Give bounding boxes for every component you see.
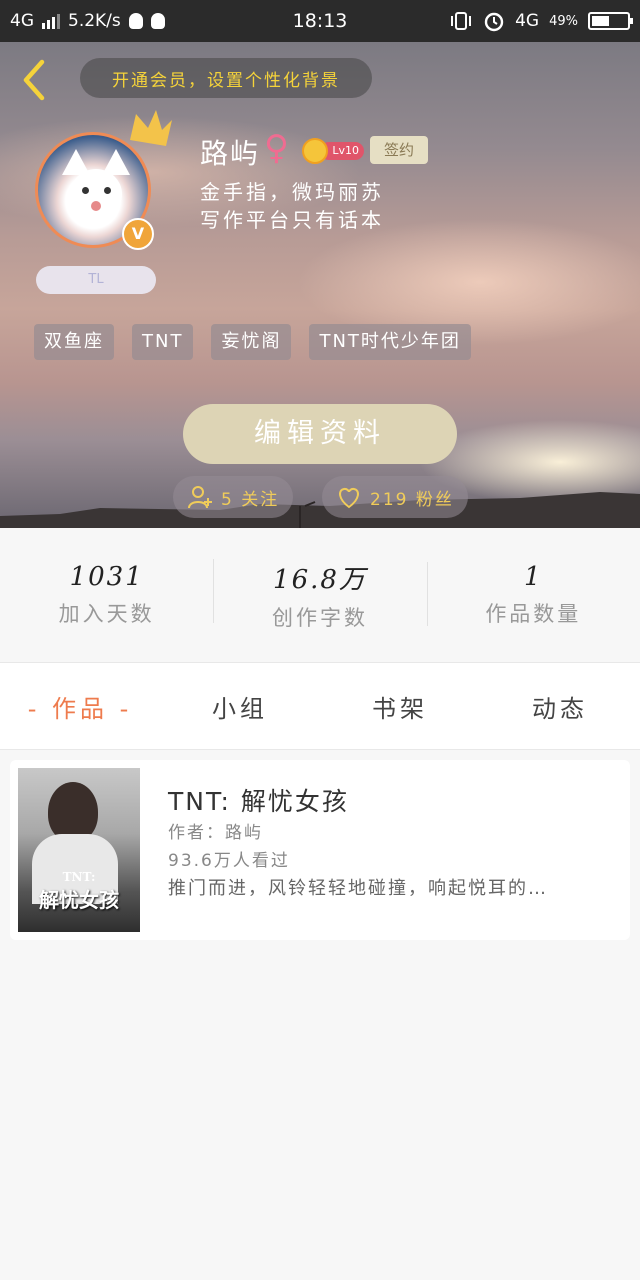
battery-icon [588,12,633,30]
stat-word-count: 16.8万 创作字数 [213,558,426,632]
qq-icon [150,13,165,29]
tl-tag: TL [36,266,156,294]
user-name: 路屿 [200,137,261,170]
followers-button[interactable]: 219 粉丝 [322,476,468,518]
signed-badge: 签约 [370,136,428,164]
profile-header: 开通会员，设置个性化背景 V TL 路屿 ♀ Lv10 签约 金手指，微玛丽苏 … [0,42,640,528]
stat-label: 创作字数 [271,605,368,630]
stat-value: 1031 [69,562,144,592]
heart-icon [339,487,359,509]
status-bar: 4G 5.2K/s 18:13 4G 49% [0,0,640,42]
network-label: 4G [10,11,34,31]
avatar-face [70,169,122,219]
stat-label: 作品数量 [485,602,582,626]
net-speed: 5.2K/s [68,11,121,31]
tab-works[interactable]: - 作品 - [0,689,160,724]
tab-bar: - 作品 - 小组 书架 动态 [0,662,640,750]
user-bio: 金手指，微玛丽苏 写作平台只有话本 [200,178,384,234]
stat-value: 16.8万 [273,564,367,595]
avatar-mouth [91,201,101,211]
signal-icon [42,13,60,29]
following-button[interactable]: 5 关注 [173,476,294,518]
stat-label: 加入天数 [58,602,155,626]
female-icon: ♀ [264,128,289,168]
battery-percent: 49% [549,13,578,29]
cover-title: 解忧女孩 [39,888,119,912]
crown-icon [130,110,172,146]
profile-screen: 4G 5.2K/s 18:13 4G 49% 开通会员，设置个性化背景 V TL… [0,0,640,1280]
level-badge: Lv10 [302,138,364,164]
back-icon[interactable] [18,58,50,102]
bio-line: 写作平台只有话本 [200,208,384,232]
book-title[interactable]: TNT: 解忧女孩 [168,782,349,818]
alarm-icon [484,12,504,32]
book-cover[interactable]: TNT: 解忧女孩 [18,768,140,932]
vip-banner-button[interactable]: 开通会员，设置个性化背景 [80,58,372,98]
avatar-eye [82,187,89,194]
tag-item: TNT [132,324,194,360]
status-right: 4G 49% [449,10,633,32]
stats-row: 1031 加入天数 16.8万 创作字数 1 作品数量 [0,528,640,662]
tab-bookshelf[interactable]: 书架 [320,689,480,724]
tag-item: 双鱼座 [34,324,114,360]
bio-line: 金手指，微玛丽苏 [200,180,384,204]
tag-list: 双鱼座 TNT 妄忧阁 TNT时代少年团 [34,324,471,360]
qq-icon [128,13,143,29]
status-left: 4G 5.2K/s [10,11,165,31]
followers-count: 219 粉丝 [370,489,454,510]
book-card[interactable]: TNT: 解忧女孩 TNT: 解忧女孩 作者：路屿 93.6万人看过 推门而进，… [10,760,630,940]
book-author: 作者：路屿 [168,823,263,843]
book-views: 93.6万人看过 [168,851,290,871]
cover-tnt-label: TNT: [62,870,96,884]
edit-profile-button[interactable]: 编辑资料 [183,404,457,464]
network-label-right: 4G [515,11,540,31]
book-description: 推门而进，风铃轻轻地碰撞，响起悦耳的… [168,878,548,899]
person-add-icon [188,486,212,509]
stat-join-days: 1031 加入天数 [0,562,213,628]
stat-value: 1 [524,562,543,592]
cover-figure-head [48,782,98,842]
stat-works: 1 作品数量 [426,562,640,628]
battery-fill [592,16,609,26]
following-count: 5 关注 [221,489,280,510]
vibrate-icon [451,12,472,30]
skyline-decoration [0,492,640,528]
crown-coin-icon [302,138,328,164]
tag-item: 妄忧阁 [211,324,292,360]
avatar-eye [104,187,111,194]
tab-groups[interactable]: 小组 [160,689,320,724]
tab-activity[interactable]: 动态 [480,689,640,724]
tag-item: TNT时代少年团 [309,324,471,360]
verified-icon: V [122,218,154,250]
